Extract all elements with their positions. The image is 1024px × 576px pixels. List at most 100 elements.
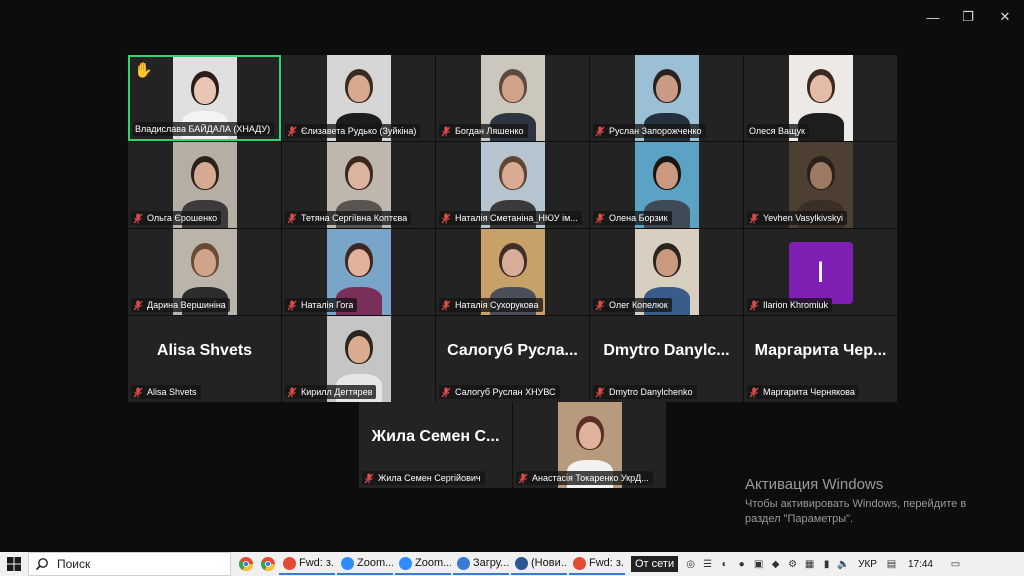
participant-name: Тетяна Сергіївна Коптєва xyxy=(301,213,408,223)
taskbar-app-button[interactable]: Zoom... xyxy=(395,553,451,575)
participant-name: Наталія Сметаніна_НЮУ ім... xyxy=(455,213,578,223)
muted-mic-icon xyxy=(133,213,143,223)
participant-tile[interactable]: Наталія Гога xyxy=(282,229,435,315)
tray-icon-3[interactable]: ◐ xyxy=(716,553,733,575)
participant-name: Dmytro Danylchenko xyxy=(609,387,693,397)
muted-mic-icon xyxy=(595,300,605,310)
taskbar-search[interactable]: Поиск xyxy=(28,552,231,576)
participant-display-name: Маргарита Чер... xyxy=(754,342,887,359)
participant-nameplate: Dmytro Danylchenko xyxy=(593,385,697,399)
participant-tile[interactable]: Жила Семен С... Жила Семен Сергійович xyxy=(359,402,512,488)
participant-nameplate: Богдан Ляшенко xyxy=(439,124,528,138)
participant-nameplate: Олеся Ващук xyxy=(747,124,809,138)
participant-nameplate: Наталія Гога xyxy=(285,298,358,312)
app-icon xyxy=(341,556,354,570)
taskbar-app-button[interactable]: Загру... xyxy=(453,553,509,575)
gallery-grid: ✋ Владислава БАЙДАЛА (ХНАДУ) Єлизавета Руд… xyxy=(128,55,897,402)
muted-mic-icon xyxy=(595,126,605,136)
tray-icon-2[interactable]: ☰ xyxy=(699,553,716,575)
participant-tile[interactable]: Тетяна Сергіївна Коптєва xyxy=(282,142,435,228)
tray-icon-5[interactable]: ▣ xyxy=(750,553,767,575)
participant-display-name: Dmytro Danylc... xyxy=(603,342,730,359)
participant-tile[interactable]: Наталія Сметаніна_НЮУ ім... xyxy=(436,142,589,228)
participant-name: Салогуб Руслан ХНУВС xyxy=(455,387,556,397)
participant-tile[interactable]: Наталія Сухорукова xyxy=(436,229,589,315)
close-button[interactable]: ✕ xyxy=(995,8,1015,26)
participant-tile[interactable]: I Ilarion Khromiuk xyxy=(744,229,897,315)
participant-tile[interactable]: Alisa Shvets Alisa Shvets xyxy=(128,316,281,402)
clock[interactable]: 17:44 xyxy=(908,559,933,570)
participant-name: Yevhen Vasylkivskyi xyxy=(763,213,844,223)
app-icon xyxy=(283,556,296,570)
participant-name: Олена Борзик xyxy=(609,213,668,223)
participant-nameplate: Ольга Єрошенко xyxy=(131,211,222,225)
muted-mic-icon xyxy=(749,387,759,397)
chrome-pinned-icon[interactable] xyxy=(235,553,257,575)
muted-mic-icon xyxy=(287,300,297,310)
notification-icon[interactable]: ▭ xyxy=(947,553,964,575)
tray-icon-8[interactable]: ▦ xyxy=(801,553,818,575)
participant-display-name: Жила Семен С... xyxy=(371,428,500,445)
maximize-button[interactable]: ❐ xyxy=(958,8,978,26)
volume-icon[interactable]: 🔈 xyxy=(835,553,852,575)
participant-name: Руслан Запорожченко xyxy=(609,126,702,136)
participant-tile[interactable]: Олеся Ващук xyxy=(744,55,897,141)
activation-title: Активация Windows xyxy=(745,476,884,493)
participant-tile[interactable]: Салогуб Русла... Салогуб Руслан ХНУВС xyxy=(436,316,589,402)
tray-icon-6[interactable]: ◆ xyxy=(767,553,784,575)
participant-nameplate: Руслан Запорожченко xyxy=(593,124,706,138)
participant-tile[interactable]: Маргарита Чер... Маргарита Чернякова xyxy=(744,316,897,402)
participant-nameplate: Тетяна Сергіївна Коптєва xyxy=(285,211,412,225)
language-indicator[interactable]: УКР xyxy=(858,559,877,570)
participant-name: Олег Копелюк xyxy=(609,300,668,310)
taskbar-app-button[interactable]: Fwd: з... xyxy=(569,553,625,575)
participant-nameplate: Маргарита Чернякова xyxy=(747,385,859,399)
muted-mic-icon xyxy=(133,300,143,310)
taskbar-app-button[interactable]: Fwd: з... xyxy=(279,553,335,575)
chrome-pinned-icon-2[interactable] xyxy=(257,553,279,575)
taskbar-app-button[interactable]: Zoom... xyxy=(337,553,393,575)
participant-nameplate: Alisa Shvets xyxy=(131,385,201,399)
participant-nameplate: Анастасія Токаренко УкрД... xyxy=(516,471,653,485)
participant-tile[interactable]: Анастасія Токаренко УкрД... xyxy=(513,402,666,488)
muted-mic-icon xyxy=(287,126,297,136)
participant-tile[interactable]: Dmytro Danylc... Dmytro Danylchenko xyxy=(590,316,743,402)
participant-tile[interactable]: Олена Борзик xyxy=(590,142,743,228)
tray-icon-10[interactable]: ▤ xyxy=(883,553,900,575)
participant-tile[interactable]: Дарина Вершиніна xyxy=(128,229,281,315)
muted-mic-icon xyxy=(441,213,451,223)
participant-tile[interactable]: Кирилл Дегтярев xyxy=(282,316,435,402)
app-icon xyxy=(573,556,586,570)
participant-tile[interactable]: Ольга Єрошенко xyxy=(128,142,281,228)
muted-mic-icon xyxy=(595,213,605,223)
participant-tile[interactable]: Олег Копелюк xyxy=(590,229,743,315)
participant-tile[interactable]: Руслан Запорожченко xyxy=(590,55,743,141)
tray-icon-9[interactable]: ▮ xyxy=(818,553,835,575)
participant-name: Богдан Ляшенко xyxy=(455,126,524,136)
participant-tile[interactable]: ✋ Владислава БАЙДАЛА (ХНАДУ) xyxy=(128,55,281,141)
participant-display-name: Alisa Shvets xyxy=(156,342,253,359)
participant-display-name: Салогуб Русла... xyxy=(447,342,578,359)
tray-icon-7[interactable]: ⚙ xyxy=(784,553,801,575)
participant-tile[interactable]: Богдан Ляшенко xyxy=(436,55,589,141)
participant-nameplate: Ilarion Khromiuk xyxy=(747,298,833,312)
participant-nameplate: Кирилл Дегтярев xyxy=(285,385,377,399)
taskbar-app-button[interactable]: (Нови... xyxy=(511,553,567,575)
taskbar-apps: Fwd: з... Zoom... Zoom... Загру... (Нови... F… xyxy=(279,553,627,575)
participant-name: Ольга Єрошенко xyxy=(147,213,218,223)
participant-tile[interactable]: Єлизавета Рудько (Зуйкіна) xyxy=(282,55,435,141)
start-button[interactable] xyxy=(0,552,28,576)
participant-nameplate: Єлизавета Рудько (Зуйкіна) xyxy=(285,124,421,138)
network-status[interactable]: От сети xyxy=(631,556,679,572)
tray-icon-4[interactable]: ● xyxy=(733,553,750,575)
participant-tile[interactable]: Yevhen Vasylkivskyi xyxy=(744,142,897,228)
muted-mic-icon xyxy=(441,126,451,136)
tray-icon-1[interactable]: ◎ xyxy=(682,553,699,575)
participant-name: Наталія Сухорукова xyxy=(455,300,539,310)
minimize-button[interactable]: — xyxy=(923,8,943,26)
gallery-last-row: Жила Семен С... Жила Семен Сергійович Анас… xyxy=(359,402,666,488)
app-icon xyxy=(399,556,412,570)
taskbar-app-label: Загру... xyxy=(473,557,509,569)
muted-mic-icon xyxy=(287,387,297,397)
participant-avatar: I xyxy=(788,242,853,304)
